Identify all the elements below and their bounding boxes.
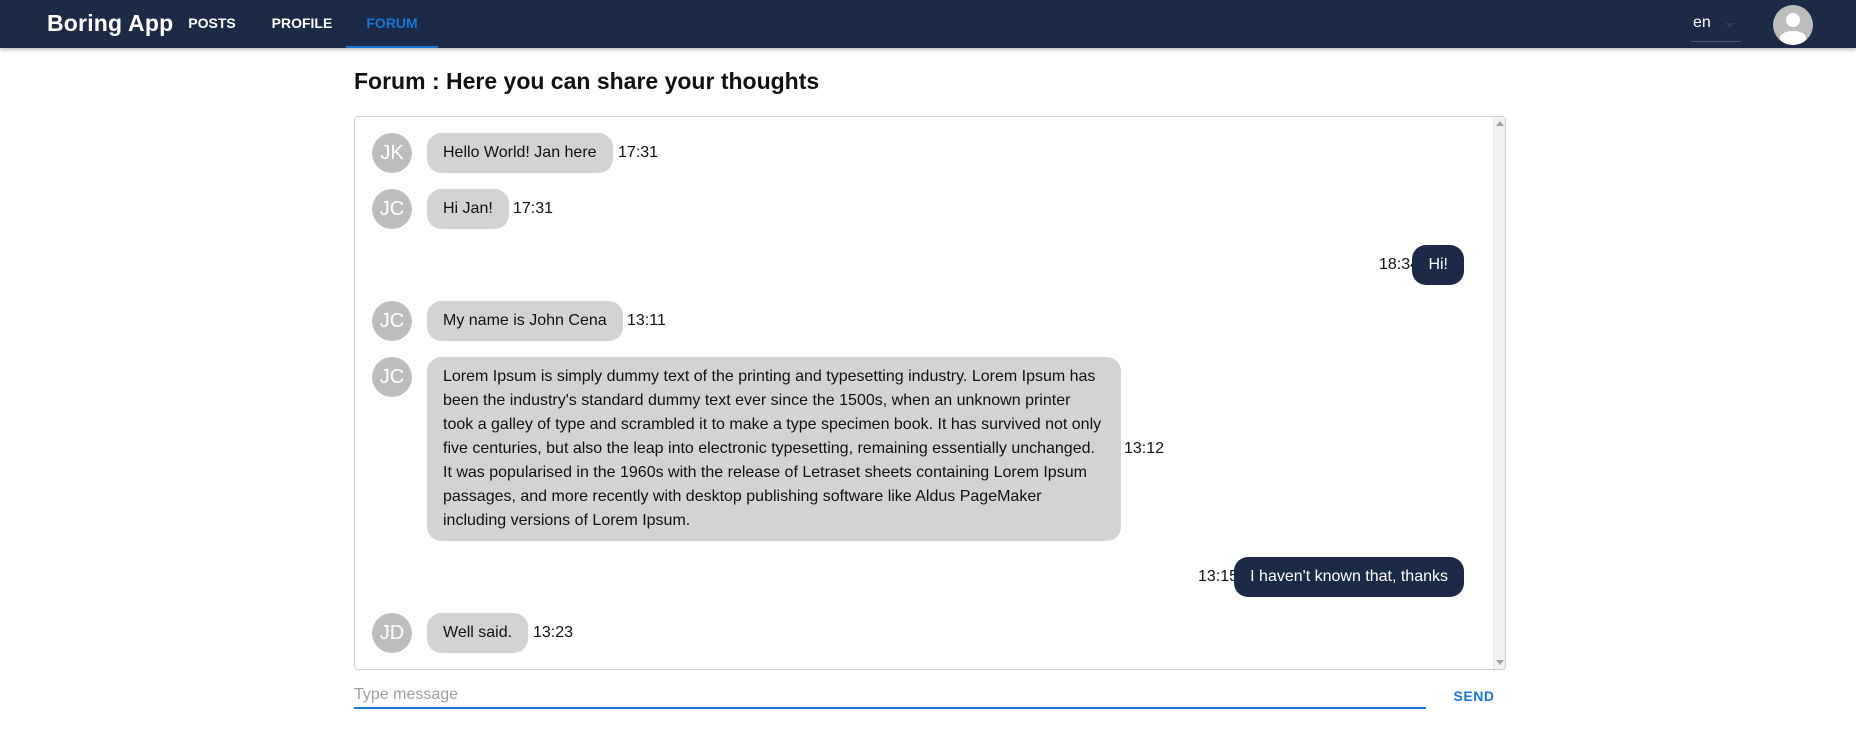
scroll-down-icon[interactable] [1496, 660, 1504, 665]
message-bubble: Well said. [427, 613, 529, 653]
tab-posts[interactable]: POSTS [176, 0, 248, 48]
send-button[interactable]: SEND [1442, 682, 1506, 710]
avatar: JC [372, 189, 412, 229]
avatar: JD [372, 613, 412, 653]
account-circle-icon [1780, 13, 1806, 45]
scroll-up-icon[interactable] [1496, 121, 1504, 126]
message-bubble: Hi Jan! [427, 189, 509, 229]
app-title[interactable]: Boring App [47, 10, 173, 37]
message-timestamp: 13:12 [1124, 440, 1165, 457]
message-timestamp: 17:31 [513, 200, 554, 217]
message-row: 18:34 Hi! [355, 245, 1495, 285]
message-bubble: Lorem Ipsum is simply dummy text of the … [427, 357, 1121, 541]
message-row: JC Lorem Ipsum is simply dummy text of t… [355, 357, 1495, 541]
language-value: en [1693, 14, 1711, 31]
tab-forum[interactable]: FORUM [346, 0, 438, 48]
account-avatar[interactable] [1773, 5, 1813, 45]
avatar: JC [372, 357, 412, 397]
message-bubble: My name is John Cena [427, 301, 623, 341]
message-row: JD Well said. 13:23 [355, 613, 1495, 653]
chat-scrollbar[interactable] [1493, 117, 1505, 669]
avatar: JC [372, 301, 412, 341]
message-timestamp: 13:23 [533, 624, 574, 641]
message-row: JK Hello World! Jan here 17:31 [355, 133, 1495, 173]
avatar: JK [372, 133, 412, 173]
message-row: JC Hi Jan! 17:31 [355, 189, 1495, 229]
app-bar: Boring App POSTS PROFILE FORUM en [0, 0, 1856, 48]
message-timestamp: 17:31 [618, 144, 659, 161]
message-row: 13:15 I haven't known that, thanks [355, 557, 1495, 597]
message-timestamp: 13:15 [1198, 568, 1239, 585]
language-select[interactable]: en [1691, 10, 1741, 42]
message-row: JC My name is John Cena 13:11 [355, 301, 1495, 341]
arrow-drop-down-icon [1725, 23, 1735, 28]
chat-panel[interactable]: JK Hello World! Jan here 17:31 JC Hi Jan… [354, 116, 1506, 670]
message-timestamp: 13:11 [627, 312, 666, 329]
message-bubble: Hi! [1412, 245, 1464, 285]
tab-profile[interactable]: PROFILE [264, 0, 340, 48]
message-input[interactable] [354, 683, 1426, 709]
page-title: Forum : Here you can share your thoughts [354, 68, 820, 94]
message-bubble: I haven't known that, thanks [1234, 557, 1464, 597]
message-bubble: Hello World! Jan here [427, 133, 613, 173]
